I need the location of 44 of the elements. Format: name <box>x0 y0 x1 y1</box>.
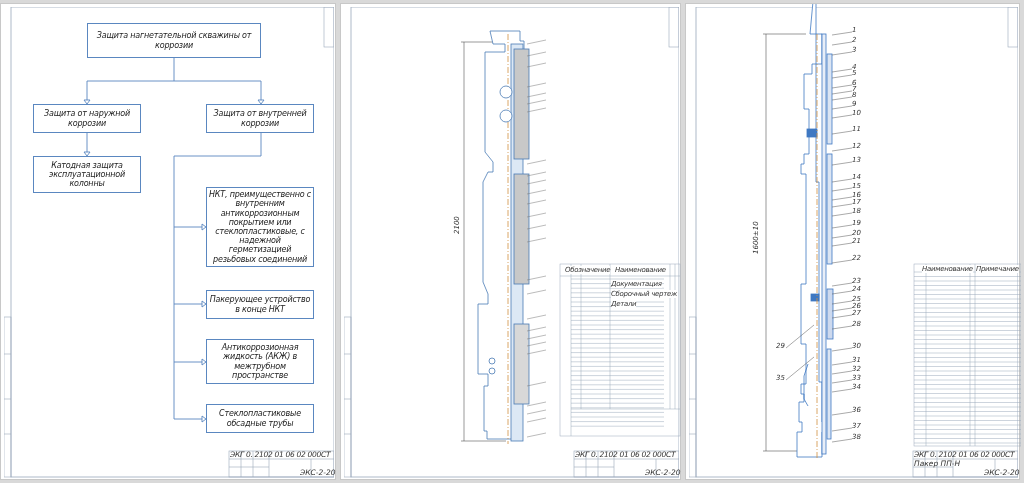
flowchart-node: Катодная защита эксплуатационной колонны <box>33 156 141 193</box>
leader-line <box>831 224 853 229</box>
leader-line <box>831 411 853 416</box>
leader-line <box>831 282 853 287</box>
leader-line <box>831 388 853 393</box>
flowchart-node: Антикоррозионная жидкость (АКЖ) в межтрубном пространстве <box>206 339 314 384</box>
leader-line <box>831 178 853 183</box>
connector-arrow <box>83 132 91 157</box>
leader-line <box>831 114 853 119</box>
leader-line <box>831 161 853 166</box>
leader-line <box>831 379 853 384</box>
leader-line <box>831 41 853 46</box>
leader-line <box>831 203 853 208</box>
leader-line <box>831 347 853 352</box>
leader-line <box>831 290 853 295</box>
flowchart-node: Защита от внутренней коррозии <box>206 104 314 133</box>
leader-line <box>831 300 853 305</box>
leader-line <box>831 427 853 432</box>
leader-line <box>831 325 853 330</box>
leader-line <box>831 370 853 375</box>
connector-arrow <box>173 303 207 366</box>
leader-line <box>831 130 853 135</box>
flowchart-node: Пакерующее устройство в конце НКТ <box>206 290 314 319</box>
leader-line <box>785 324 815 349</box>
flowchart-node: Защита нагнетательной скважины от коррозии <box>87 23 261 58</box>
flowchart-node: Защита от наружной коррозии <box>33 104 141 133</box>
leader-line <box>831 234 853 239</box>
leader-line <box>831 259 853 264</box>
leader-line <box>831 314 853 319</box>
connector-arrow <box>173 361 207 423</box>
leader-line <box>831 438 853 443</box>
leader-line <box>831 31 853 36</box>
leader-line <box>831 147 853 152</box>
leader-line <box>831 361 853 366</box>
leader-line <box>785 356 815 381</box>
leader-line <box>831 212 853 217</box>
leader-line <box>831 242 853 247</box>
leader-line <box>831 51 853 56</box>
leader-line <box>831 196 853 201</box>
leader-line <box>831 187 853 192</box>
flowchart-node: НКТ, преимущественно с внутренним антикоррозионным покрытием или стеклопластиковые, с надежной герметизацией резьбовых соединений <box>206 187 314 267</box>
leader-line <box>831 105 853 110</box>
leader-line <box>831 307 853 312</box>
flowchart-node: Стеклопластиковые обсадные трубы <box>206 404 314 433</box>
